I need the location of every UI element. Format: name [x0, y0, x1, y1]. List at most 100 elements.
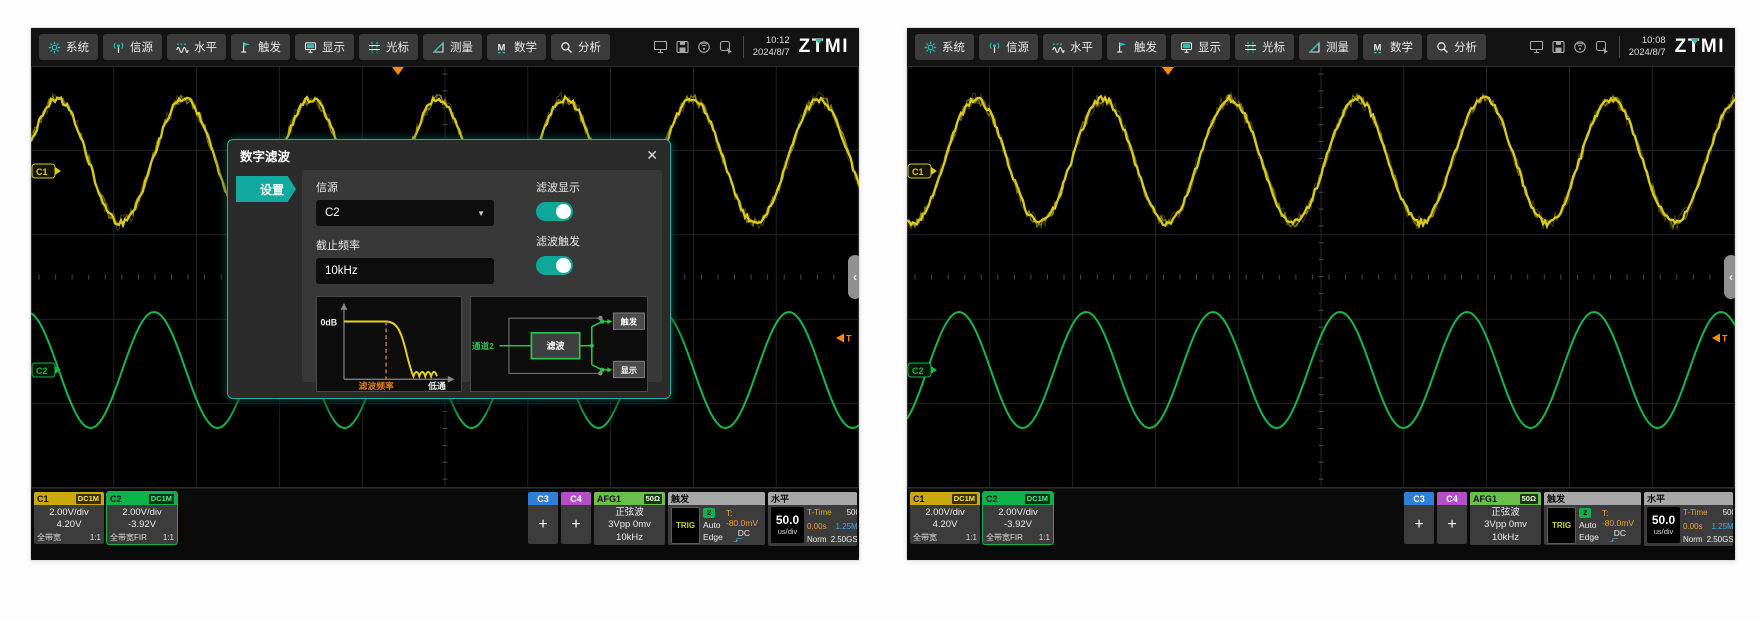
flag-icon	[1116, 41, 1129, 54]
c1-marker[interactable]: C1	[908, 164, 937, 178]
menu-analyze[interactable]: 分析	[1427, 34, 1486, 60]
menu-trigger[interactable]: 触发	[1107, 34, 1166, 60]
brand-logo: ZTMI	[1675, 36, 1727, 58]
search-icon	[1436, 41, 1449, 54]
menu-cursor[interactable]: 光标	[359, 34, 418, 60]
waveform-display: C1C2T ‹ 数字滤波 ✕ 设置 信源 C2	[31, 66, 859, 488]
source-select[interactable]: C2 ▼	[316, 200, 494, 226]
cursor-icon	[1244, 41, 1257, 54]
date-text: 2024/8/7	[753, 47, 790, 59]
math-icon: M	[496, 41, 509, 54]
dialog-content: 信源 C2 ▼ 截止频率 10kHz	[302, 170, 662, 382]
wave-icon	[176, 41, 189, 54]
tab-settings[interactable]: 设置	[236, 176, 296, 202]
menu-bar: 系统信源水平触发显示光标测量M数学分析 10:12 2024/8/7 ZTMI	[31, 28, 859, 66]
filter-trigger-toggle[interactable]	[536, 256, 573, 275]
trigger-level-marker[interactable]: T	[1712, 334, 1728, 344]
flow-trigger-button[interactable]: 触发	[620, 317, 638, 327]
time-text: 10:12	[753, 35, 790, 47]
trigger-block[interactable]: 触发 TRIG 2AutoEdge T: -80.0mVDC	[668, 492, 765, 545]
source-label: 信源	[316, 179, 494, 195]
c1-marker[interactable]: C1	[32, 164, 61, 178]
channel-AFG1-block[interactable]: AFG150Ω 正弦波3Vpp 0mv10kHz	[1470, 492, 1541, 545]
filter-display-toggle[interactable]	[536, 202, 573, 221]
touch-icon[interactable]	[719, 40, 734, 54]
menu-horizontal[interactable]: 水平	[1043, 34, 1102, 60]
trig-indicator: TRIG	[671, 507, 700, 544]
close-icon[interactable]: ✕	[646, 148, 658, 162]
chevron-down-icon: ▼	[477, 209, 485, 218]
collapse-handle[interactable]: ‹	[1724, 255, 1736, 299]
trigger-level-marker[interactable]: T	[836, 334, 852, 344]
menu-trigger[interactable]: 触发	[231, 34, 290, 60]
channel-C2-block[interactable]: C2DC1M 2.00V/div-3.92V全带宽FIR1:1	[107, 492, 177, 544]
cutoff-value: 10kHz	[325, 265, 358, 277]
flow-display-button[interactable]: 显示	[621, 366, 637, 375]
channel-C3-block[interactable]: C3 +	[528, 492, 558, 544]
collapse-handle[interactable]: ‹	[848, 255, 860, 299]
dialog-body: 设置 信源 C2 ▼ 截止频率 10kHz	[228, 170, 670, 390]
rising-edge-icon	[1602, 538, 1626, 542]
oscilloscope-panel-right: 系统信源水平触发显示光标测量M数学分析 10:08 2024/8/7 ZTMI …	[906, 27, 1736, 561]
channel-C4-block[interactable]: C4 +	[561, 492, 591, 544]
page: 系统信源水平触发显示光标测量M数学分析 10:12 2024/8/7 ZTMI …	[0, 0, 1760, 620]
channel-C4-block[interactable]: C4 +	[1437, 492, 1467, 544]
dialog-fields: 信源 C2 ▼ 截止频率 10kHz	[316, 178, 648, 294]
clock: 10:08 2024/8/7	[1629, 35, 1666, 60]
channel-C1-block[interactable]: C1DC1M 2.00V/div4.20V全带宽1:1	[910, 492, 980, 544]
disk-icon[interactable]	[1551, 40, 1566, 54]
clock: 10:12 2024/8/7	[753, 35, 790, 60]
menu-display[interactable]: 显示	[1171, 34, 1230, 60]
response-freq-label: 滤波频率	[359, 380, 394, 391]
dialog-title-bar: 数字滤波 ✕	[228, 140, 670, 170]
touch-icon[interactable]	[1595, 40, 1610, 54]
bottom-status-bar: C1DC1M 2.00V/div4.20V全带宽1:1 C2DC1M 2.00V…	[31, 488, 859, 560]
menu-system[interactable]: 系统	[915, 34, 974, 60]
c2-marker[interactable]: C2	[908, 363, 937, 377]
menu-horizontal[interactable]: 水平	[167, 34, 226, 60]
horizontal-block[interactable]: 水平 50.0us/div T-Time500us 0.00s1.25Mpts …	[1644, 492, 1733, 546]
coupling-badge: 50Ω	[1520, 494, 1538, 504]
svg-text:C1: C1	[912, 167, 924, 177]
monitor-icon[interactable]	[653, 40, 668, 54]
svg-text:M: M	[498, 42, 506, 53]
measure-icon	[432, 41, 445, 54]
filter-response-diagram: 0dB 滤波频率 低通	[316, 296, 462, 392]
antenna-icon	[988, 41, 1001, 54]
menu-math[interactable]: M数学	[487, 34, 546, 60]
menu-cursor[interactable]: 光标	[1235, 34, 1294, 60]
filter-display-label: 滤波显示	[536, 179, 648, 195]
dial-icon[interactable]	[1573, 40, 1588, 54]
menu-math[interactable]: M数学	[1363, 34, 1422, 60]
wave-icon	[1052, 41, 1065, 54]
cutoff-input[interactable]: 10kHz	[316, 258, 494, 284]
date-text: 2024/8/7	[1629, 47, 1666, 59]
trigger-block[interactable]: 触发 TRIG 2AutoEdge T: -80.0mVDC	[1544, 492, 1641, 545]
channel-AFG1-block[interactable]: AFG150Ω 正弦波3Vpp 0mv10kHz	[594, 492, 665, 545]
menu-measure[interactable]: 测量	[1299, 34, 1358, 60]
status-icons	[1529, 40, 1610, 54]
menu-display[interactable]: 显示	[295, 34, 354, 60]
channel-C1-block[interactable]: C1DC1M 2.00V/div4.20V全带宽1:1	[34, 492, 104, 544]
menu-analyze[interactable]: 分析	[551, 34, 610, 60]
trigger-position-marker[interactable]	[1162, 67, 1174, 75]
flow-filter-label: 滤波	[547, 340, 566, 351]
trigger-position-marker[interactable]	[392, 67, 404, 75]
digital-filter-dialog: 数字滤波 ✕ 设置 信源 C2 ▼ 截止频	[227, 139, 671, 399]
dial-icon[interactable]	[697, 40, 712, 54]
svg-text:M: M	[1374, 42, 1382, 53]
menu-system[interactable]: 系统	[39, 34, 98, 60]
menu-buttons: 系统信源水平触发显示光标测量M数学分析	[915, 34, 1486, 60]
cutoff-label: 截止频率	[316, 237, 494, 253]
channel-C2-block[interactable]: C2DC1M 2.00V/div-3.92V全带宽FIR1:1	[983, 492, 1053, 544]
menu-source[interactable]: 信源	[103, 34, 162, 60]
menu-source[interactable]: 信源	[979, 34, 1038, 60]
menu-measure[interactable]: 测量	[423, 34, 482, 60]
screen-icon	[304, 41, 317, 54]
disk-icon[interactable]	[675, 40, 690, 54]
horizontal-block[interactable]: 水平 50.0us/div T-Time500us 0.00s1.25Mpts …	[768, 492, 857, 546]
gear-icon	[48, 41, 61, 54]
svg-text:C2: C2	[36, 366, 48, 376]
channel-C3-block[interactable]: C3 +	[1404, 492, 1434, 544]
monitor-icon[interactable]	[1529, 40, 1544, 54]
